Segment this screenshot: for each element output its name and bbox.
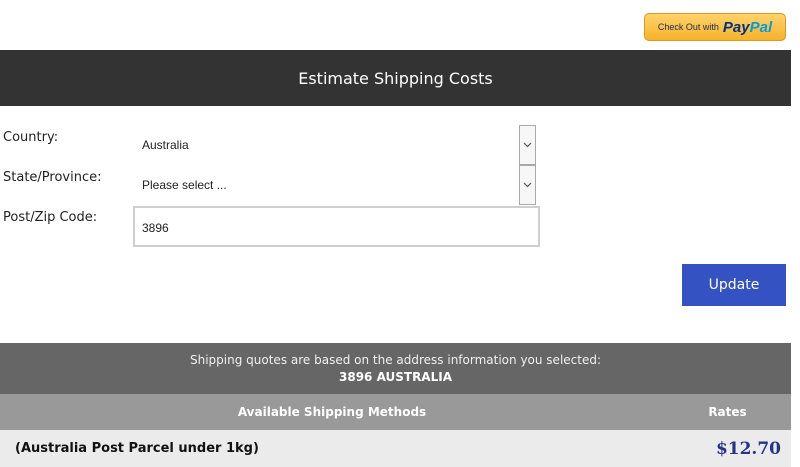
page-title: Estimate Shipping Costs (298, 68, 493, 88)
chevron-down-icon[interactable] (519, 165, 536, 205)
zip-label: Post/Zip Code: (3, 210, 98, 225)
paypal-prefix: Check Out with (657, 22, 719, 32)
shipping-method-name: (Australia Post Parcel under 1kg) (15, 441, 259, 456)
quote-note: Shipping quotes are based on the address… (190, 353, 601, 367)
zip-code-input[interactable]: 3896 (133, 206, 540, 247)
zip-code-value: 3896 (142, 221, 169, 235)
quote-info-banner: Shipping quotes are based on the address… (0, 343, 791, 394)
quote-address: 3896 AUSTRALIA (339, 370, 452, 384)
column-header-rates: Rates (708, 405, 747, 419)
shipping-header: Estimate Shipping Costs (0, 50, 791, 106)
shipping-rate: $12.70 (715, 439, 781, 459)
state-label: State/Province: (3, 170, 102, 185)
paypal-logo: PayPal (722, 18, 773, 36)
country-select-value: Australia (142, 138, 189, 152)
country-select[interactable]: Australia (135, 125, 536, 165)
chevron-down-icon[interactable] (519, 125, 536, 165)
column-header-methods: Available Shipping Methods (237, 405, 427, 419)
table-row[interactable]: (Australia Post Parcel under 1kg) $12.70 (0, 430, 791, 467)
methods-table-header: Available Shipping Methods Rates (0, 394, 791, 430)
paypal-checkout-button[interactable]: Check Out with PayPal (644, 13, 786, 41)
state-select[interactable]: Please select ... (135, 165, 536, 205)
state-select-value: Please select ... (142, 178, 227, 192)
country-label: Country: (3, 130, 59, 145)
update-button[interactable]: Update (682, 264, 786, 306)
